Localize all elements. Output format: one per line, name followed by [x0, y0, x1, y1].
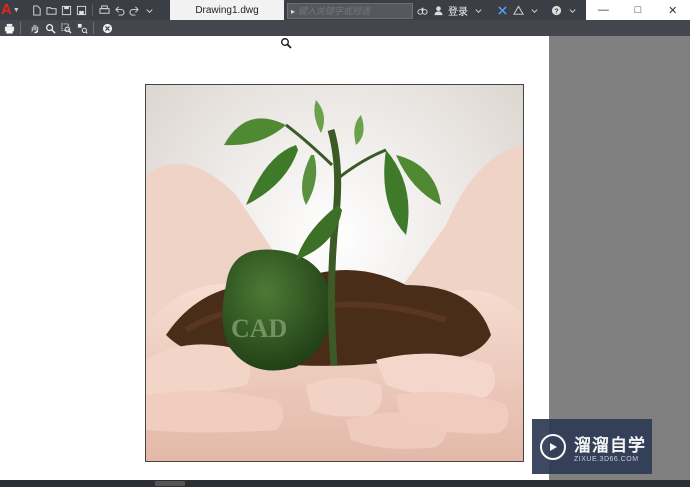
- separator: [20, 22, 21, 34]
- quick-access-toolbar: [30, 3, 155, 17]
- zoom-icon[interactable]: [43, 21, 57, 35]
- close-button[interactable]: ✕: [655, 0, 690, 20]
- cad-embossed-text: CAD: [231, 314, 287, 343]
- window-controls: — □ ✕: [586, 0, 690, 20]
- user-icon[interactable]: [432, 4, 444, 16]
- print-icon[interactable]: [2, 21, 16, 35]
- chevron-down-icon[interactable]: [566, 4, 578, 16]
- redo-icon[interactable]: [128, 4, 140, 16]
- status-segment: [155, 481, 185, 486]
- separator: [92, 4, 93, 16]
- title-bar: A ▼ Drawing1.dwg ▸ 登录 ? — □ ✕: [0, 0, 690, 20]
- minimize-button[interactable]: —: [586, 0, 621, 20]
- plot-icon[interactable]: [98, 4, 110, 16]
- watermark-url: ZIXUE.3D66.COM: [574, 455, 639, 463]
- saveas-icon[interactable]: [75, 4, 87, 16]
- login-label[interactable]: 登录: [448, 3, 468, 18]
- undo-icon[interactable]: [113, 4, 125, 16]
- zoom-original-icon[interactable]: [75, 21, 89, 35]
- autocad-logo-icon: A: [1, 1, 12, 18]
- zoom-window-icon[interactable]: [59, 21, 73, 35]
- search-input[interactable]: [298, 6, 406, 16]
- separator: [93, 22, 94, 34]
- plot-preview-toolbar: [0, 20, 690, 36]
- help-icon[interactable]: ?: [550, 4, 562, 16]
- maximize-button[interactable]: □: [621, 0, 656, 20]
- plant-in-hands-image: CAD: [145, 84, 524, 462]
- chevron-down-icon[interactable]: [472, 4, 484, 16]
- plot-preview-canvas[interactable]: CAD: [0, 36, 690, 480]
- document-tab[interactable]: Drawing1.dwg: [170, 0, 284, 20]
- search-box[interactable]: ▸: [287, 3, 413, 19]
- open-icon[interactable]: [45, 4, 57, 16]
- info-center: 登录 ?: [416, 3, 578, 18]
- close-preview-icon[interactable]: [100, 21, 114, 35]
- a360-icon[interactable]: [512, 4, 524, 16]
- dropdown-icon[interactable]: [143, 4, 155, 16]
- zoom-cursor-icon: [281, 38, 292, 49]
- play-logo-icon: [540, 433, 566, 460]
- paper-sheet: CAD: [0, 36, 549, 480]
- application-menu-button[interactable]: A ▼: [1, 1, 27, 19]
- new-icon[interactable]: [30, 4, 42, 16]
- svg-text:?: ?: [554, 6, 559, 15]
- watermark-brand: 溜溜自学: [574, 435, 646, 456]
- chevron-down-icon: ▼: [12, 6, 20, 14]
- save-icon[interactable]: [60, 4, 72, 16]
- pan-icon[interactable]: [27, 21, 41, 35]
- binoculars-icon[interactable]: [416, 4, 428, 16]
- exchange-icon[interactable]: [496, 4, 508, 16]
- chevron-right-icon[interactable]: ▸: [288, 7, 298, 16]
- chevron-down-icon[interactable]: [528, 4, 540, 16]
- status-bar: [0, 480, 690, 487]
- watermark-badge: 溜溜自学 ZIXUE.3D66.COM: [532, 419, 652, 474]
